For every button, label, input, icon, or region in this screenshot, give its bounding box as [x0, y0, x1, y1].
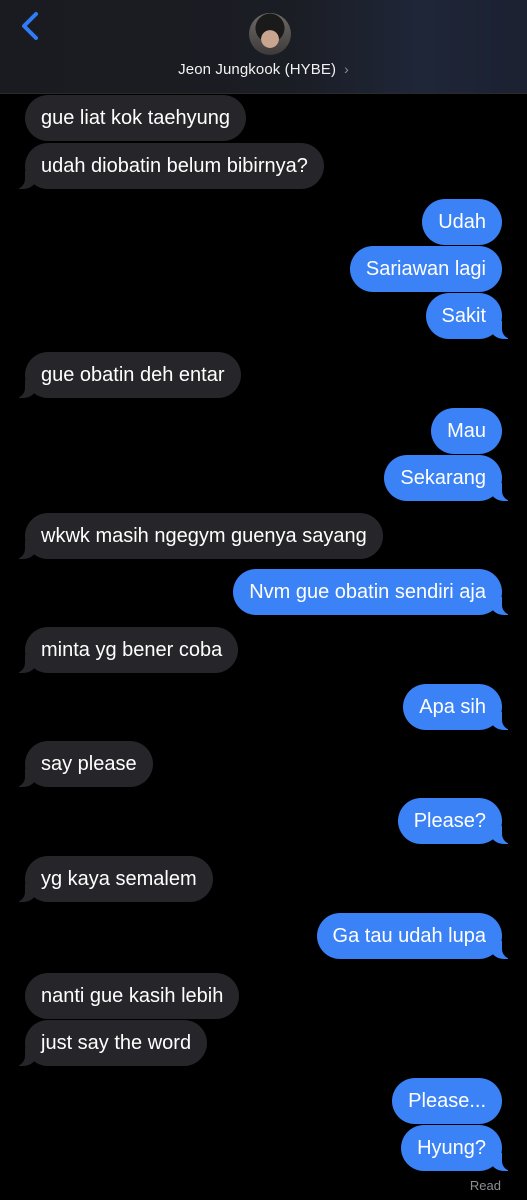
message-text: Please... — [408, 1090, 486, 1112]
contact-name: Jeon Jungkook (HYBE) — [178, 61, 337, 78]
back-button[interactable] — [14, 8, 48, 44]
message-text: Sekarang — [400, 467, 486, 489]
message-text: gue liat kok taehyung — [41, 107, 231, 129]
message-text: udah diobatin belum bibirnya? — [41, 155, 308, 177]
message-bubble-incoming[interactable]: yg kaya semalem — [15, 856, 213, 902]
contact-name-button[interactable]: Jeon Jungkook (HYBE) › — [0, 61, 527, 78]
message-text: Ga tau udah lupa — [332, 925, 486, 947]
message-text: say please — [41, 753, 137, 775]
message-bubble-incoming[interactable]: just say the word — [14, 1020, 208, 1066]
message-bubble-incoming[interactable]: say please — [15, 741, 153, 787]
message-bubble-outgoing[interactable]: Sekarang — [384, 455, 512, 501]
message-bubble-incoming[interactable]: udah diobatin belum bibirnya? — [15, 143, 324, 189]
message-text: minta yg bener coba — [41, 639, 223, 661]
message-text: Nvm gue obatin sendiri aja — [249, 581, 486, 603]
message-bubble-outgoing[interactable]: Sariawan lagi — [349, 246, 502, 292]
message-bubble-outgoing[interactable]: Mau — [431, 408, 502, 454]
message-bubble-outgoing[interactable]: Hyung? — [401, 1125, 512, 1171]
message-bubble-outgoing[interactable]: Nvm gue obatin sendiri aja — [233, 569, 512, 615]
read-receipt: Read — [469, 1178, 501, 1193]
message-bubble-outgoing[interactable]: Please... — [392, 1078, 502, 1124]
conversation-header: Jeon Jungkook (HYBE) › — [0, 0, 527, 94]
message-bubble-outgoing[interactable]: Sakit — [425, 293, 513, 339]
message-bubble-incoming[interactable]: gue liat kok taehyung — [25, 95, 247, 141]
message-bubble-outgoing[interactable]: Apa sih — [403, 684, 512, 730]
message-text: yg kaya semalem — [41, 868, 197, 890]
message-text: Apa sih — [419, 696, 486, 718]
message-text: Mau — [447, 420, 486, 442]
message-text: Udah — [438, 211, 486, 233]
message-bubble-incoming[interactable]: wkwk masih ngegym guenya sayang — [15, 513, 383, 559]
message-text: wkwk masih ngegym guenya sayang — [41, 525, 367, 547]
message-text: Sariawan lagi — [365, 258, 486, 280]
message-bubble-outgoing[interactable]: Ga tau udah lupa — [316, 913, 513, 959]
chevron-right-icon: › — [344, 61, 349, 77]
message-text: nanti gue kasih lebih — [41, 985, 224, 1007]
message-bubble-outgoing[interactable]: Please? — [397, 798, 513, 844]
message-bubble-incoming[interactable]: nanti gue kasih lebih — [25, 973, 240, 1019]
message-text: gue obatin deh entar — [41, 364, 225, 386]
message-bubble-outgoing[interactable]: Udah — [422, 199, 502, 245]
message-bubble-incoming[interactable]: minta yg bener coba — [14, 627, 239, 673]
message-text: just say the word — [41, 1032, 192, 1054]
chevron-left-icon — [22, 12, 38, 40]
message-text: Please? — [413, 810, 486, 832]
message-text: Hyung? — [417, 1137, 486, 1159]
message-text: Sakit — [441, 305, 486, 327]
contact-avatar[interactable] — [249, 13, 291, 55]
message-bubble-incoming[interactable]: gue obatin deh entar — [15, 352, 241, 398]
